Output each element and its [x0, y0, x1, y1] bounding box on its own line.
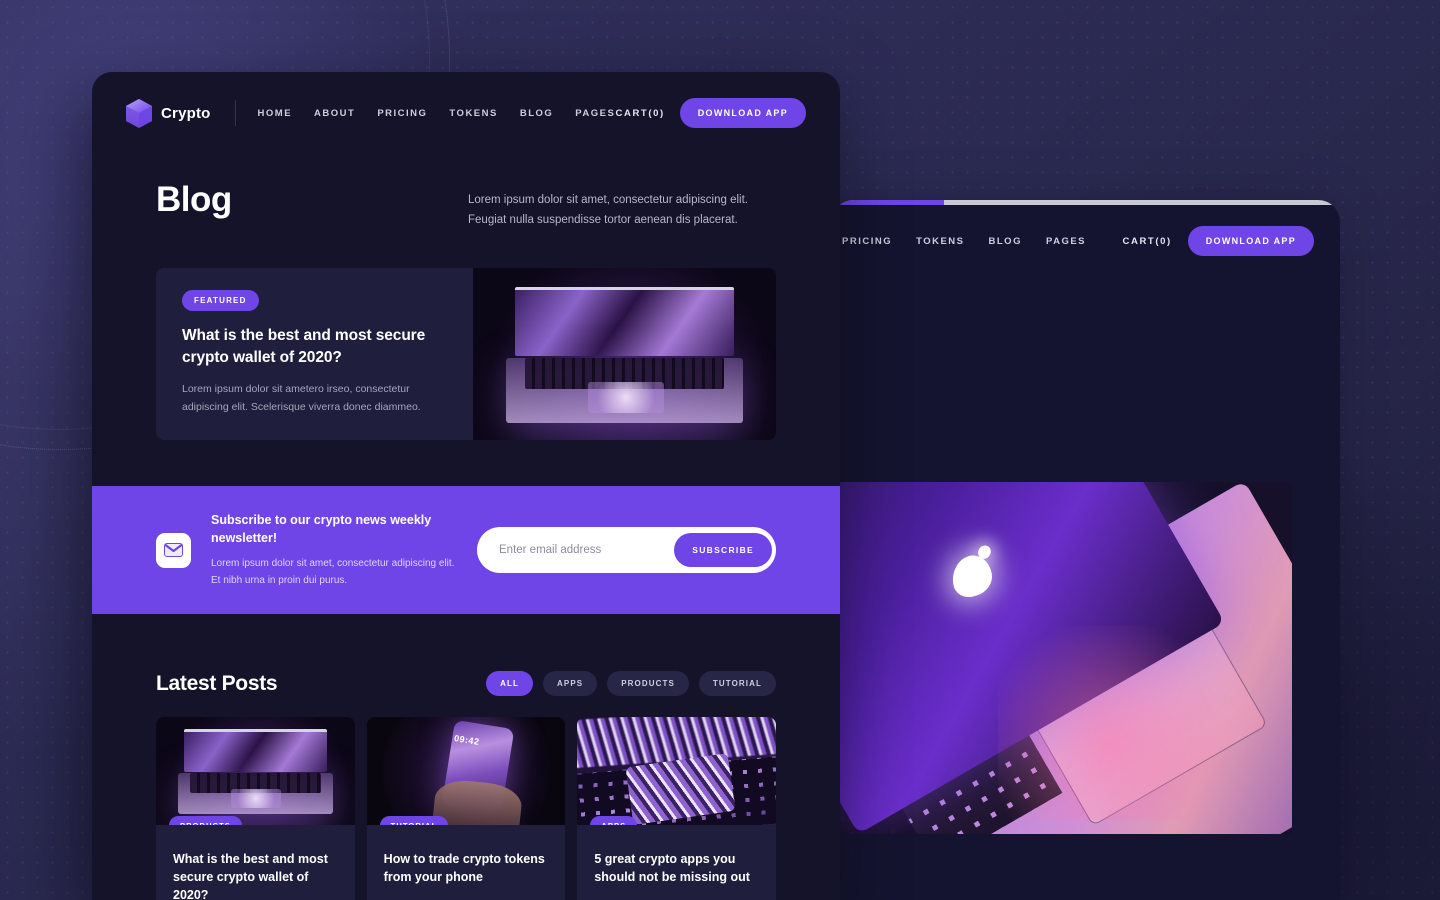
post-card-image: APPS	[577, 717, 777, 826]
article-nav-item-tokens[interactable]: TOKENS	[916, 236, 964, 247]
post-card-title: What is the best and most secure crypto …	[173, 852, 328, 900]
featured-post-card[interactable]: FEATURED What is the best and most secur…	[156, 268, 776, 441]
newsletter-form: SUBSCRIBE	[477, 527, 776, 574]
filter-chip-all[interactable]: ALL	[486, 671, 534, 697]
phone-hand	[431, 777, 525, 826]
post-card[interactable]: 09:42 TUTORIAL How to trade crypto token…	[366, 717, 566, 900]
laptop-photo	[473, 268, 776, 441]
download-app-button[interactable]: DOWNLOAD APP	[679, 98, 806, 128]
nav-item-pricing[interactable]: PRICING	[377, 108, 427, 119]
post-card-body: How to trade crypto tokens from your pho…	[367, 825, 566, 900]
post-card-body: What is the best and most secure crypto …	[156, 825, 355, 900]
article-cart-link[interactable]: CART(0)	[1123, 236, 1172, 247]
page-lead-text: Lorem ipsum dolor sit amet, consectetur …	[468, 194, 748, 227]
nav-actions: CART(0) DOWNLOAD APP	[616, 98, 806, 128]
article-nav-links: PRICING TOKENS BLOG PAGES	[832, 236, 1086, 247]
laptop-trackpad	[588, 381, 664, 413]
post-card-grid: PRODUCTS What is the best and most secur…	[92, 696, 840, 900]
cart-link[interactable]: CART(0)	[616, 108, 665, 119]
featured-post-excerpt: Lorem ipsum dolor sit ametero irseo, con…	[182, 382, 421, 413]
laptop-trackpad	[231, 788, 282, 808]
featured-post-title: What is the best and most secure crypto …	[182, 327, 426, 366]
post-filter-group: ALL APPS PRODUCTS TUTORIAL	[486, 671, 776, 697]
article-download-app-button[interactable]: DOWNLOAD APP	[1187, 226, 1314, 256]
reading-progress-fill	[832, 200, 944, 205]
main-nav-links: HOME ABOUT PRICING TOKENS BLOG PAGES	[258, 108, 616, 119]
featured-post-content: FEATURED What is the best and most secur…	[156, 268, 473, 440]
macbook-glow	[997, 626, 1274, 820]
article-navbar: PRICING TOKENS BLOG PAGES CART(0) DOWNLO…	[832, 226, 1340, 256]
post-card-title: How to trade crypto tokens from your pho…	[383, 852, 545, 884]
nav-item-home[interactable]: HOME	[258, 108, 293, 119]
main-navbar: Crypto HOME ABOUT PRICING TOKENS BLOG PA…	[92, 84, 840, 142]
latest-posts-heading: Latest Posts	[156, 671, 278, 695]
nav-divider	[234, 100, 236, 126]
post-card-image: PRODUCTS	[156, 717, 355, 826]
post-card-body: 5 great crypto apps you should not be mi…	[577, 825, 776, 900]
post-card[interactable]: PRODUCTS What is the best and most secur…	[156, 717, 355, 900]
featured-post-image	[473, 268, 776, 441]
nav-item-blog[interactable]: BLOG	[520, 108, 553, 119]
blog-panel: Crypto HOME ABOUT PRICING TOKENS BLOG PA…	[92, 72, 840, 900]
newsletter-title: Subscribe to our crypto news weekly news…	[211, 513, 432, 546]
featured-badge: FEATURED	[182, 290, 259, 312]
filter-chip-apps[interactable]: APPS	[543, 671, 598, 697]
envelope-icon	[156, 532, 191, 568]
nav-item-tokens[interactable]: TOKENS	[449, 108, 497, 119]
laptop-screen	[515, 287, 734, 356]
article-nav-actions: CART(0) DOWNLOAD APP	[1123, 226, 1314, 256]
filter-chip-products[interactable]: PRODUCTS	[607, 671, 689, 697]
article-hero-image	[832, 482, 1292, 834]
macbook-photo	[832, 482, 1292, 834]
page-header: Blog Lorem ipsum dolor sit amet, consect…	[92, 142, 840, 230]
email-input[interactable]	[499, 544, 675, 557]
newsletter-text: Subscribe to our crypto news weekly news…	[211, 511, 461, 589]
subscribe-button[interactable]: SUBSCRIBE	[674, 533, 772, 568]
article-nav-item-blog[interactable]: BLOG	[989, 236, 1022, 247]
phone-photo: 09:42	[366, 717, 566, 826]
laptop-photo	[156, 717, 355, 826]
brand-logo[interactable]: Crypto	[126, 98, 211, 128]
keyboard-photo	[577, 717, 777, 826]
post-card-badge: APPS	[590, 816, 638, 826]
newsletter-description: Lorem ipsum dolor sit amet, consectetur …	[211, 558, 455, 587]
nav-item-pages[interactable]: PAGES	[575, 108, 615, 119]
laptop-screen	[183, 729, 327, 773]
post-card-badge: PRODUCTS	[169, 816, 242, 826]
brand-name: Crypto	[161, 104, 211, 122]
post-card-title: 5 great crypto apps you should not be mi…	[594, 852, 750, 884]
article-panel: PRICING TOKENS BLOG PAGES CART(0) DOWNLO…	[832, 200, 1340, 900]
filter-chip-tutorial[interactable]: TUTORIAL	[698, 671, 776, 697]
post-card-badge: TUTORIAL	[379, 816, 449, 826]
reading-progress-bar	[832, 200, 1340, 205]
post-card-image: 09:42 TUTORIAL	[366, 717, 566, 826]
page-title: Blog	[156, 180, 232, 219]
article-nav-item-pricing[interactable]: PRICING	[842, 236, 892, 247]
newsletter-banner: Subscribe to our crypto news weekly news…	[92, 486, 840, 615]
latest-posts-header: Latest Posts ALL APPS PRODUCTS TUTORIAL	[92, 614, 840, 697]
article-nav-item-pages[interactable]: PAGES	[1046, 236, 1086, 247]
nav-item-about[interactable]: ABOUT	[314, 108, 355, 119]
cube-icon	[126, 98, 152, 128]
post-card[interactable]: APPS 5 great crypto apps you should not …	[577, 717, 777, 900]
